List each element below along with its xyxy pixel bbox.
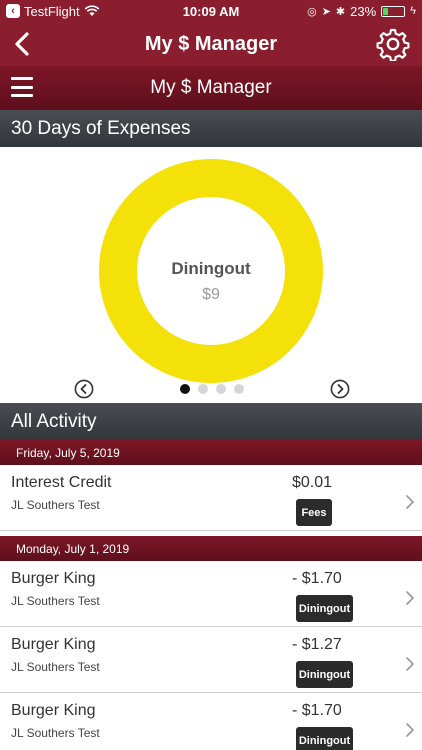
transaction-account: JL Southers Test	[11, 726, 100, 740]
transaction-amount: - $1.27	[292, 636, 342, 653]
category-badge: Diningout	[296, 661, 353, 688]
page-dot[interactable]	[180, 384, 190, 394]
battery-percent: 23%	[350, 3, 377, 19]
category-badge: Diningout	[296, 727, 353, 750]
transaction-amount: $0.01	[292, 474, 333, 491]
hamburger-icon[interactable]	[11, 77, 33, 97]
status-bar: ‹ TestFlight 10:09 AM ◎ ➤ ✱ 23% ϟ	[0, 0, 422, 22]
chevron-right-icon	[406, 723, 414, 737]
charging-icon: ϟ	[410, 5, 416, 17]
carrier-label: TestFlight	[24, 3, 80, 19]
page-indicator[interactable]	[180, 384, 244, 394]
activity-section-header: All Activity	[0, 403, 422, 440]
chevron-right-icon	[406, 495, 414, 509]
location-icon: ➤	[321, 5, 331, 18]
transaction-row[interactable]: Interest Credit JL Southers Test $0.01 F…	[0, 465, 422, 531]
gear-icon[interactable]	[376, 27, 410, 61]
page-dot[interactable]	[198, 384, 208, 394]
transaction-account: JL Southers Test	[11, 660, 100, 674]
date-header: Monday, July 1, 2019	[0, 536, 422, 561]
date-header: Friday, July 5, 2019	[0, 440, 422, 465]
status-left: ‹ TestFlight	[6, 4, 100, 19]
sub-header-title: My $ Manager	[150, 77, 272, 98]
page-dot[interactable]	[216, 384, 226, 394]
transaction-row[interactable]: Burger King JL Southers Test - $1.70 Din…	[0, 561, 422, 627]
back-to-app-icon[interactable]: ‹	[6, 4, 20, 18]
sub-header: My $ Manager	[0, 66, 422, 110]
category-badge: Diningout	[296, 595, 353, 622]
transaction-account: JL Southers Test	[11, 498, 100, 512]
transaction-title: Burger King	[11, 702, 96, 719]
transaction-row[interactable]: Burger King JL Southers Test - $1.70 Din…	[0, 693, 422, 750]
chevron-right-icon	[406, 657, 414, 671]
rotation-lock-icon: ◎	[307, 5, 317, 18]
nav-bar: My $ Manager	[0, 22, 422, 66]
transaction-amount: - $1.70	[292, 702, 342, 719]
page-dot[interactable]	[234, 384, 244, 394]
donut-center-value: $9	[202, 286, 220, 303]
circle-chevron-left-icon[interactable]	[74, 379, 94, 399]
expenses-section-header: 30 Days of Expenses	[0, 110, 422, 147]
back-icon[interactable]	[10, 30, 36, 58]
expenses-chart: Diningout $9	[0, 147, 422, 403]
status-right: ◎ ➤ ✱ 23% ϟ	[307, 4, 416, 19]
transaction-title: Interest Credit	[11, 474, 112, 491]
circle-chevron-right-icon[interactable]	[330, 379, 350, 399]
transaction-row[interactable]: Burger King JL Southers Test - $1.27 Din…	[0, 627, 422, 693]
transaction-account: JL Southers Test	[11, 594, 100, 608]
transaction-title: Burger King	[11, 570, 96, 587]
donut-center-category: Diningout	[171, 259, 251, 278]
battery-icon	[381, 5, 406, 17]
bluetooth-icon: ✱	[335, 5, 346, 18]
battery-level	[383, 7, 388, 15]
transaction-title: Burger King	[11, 636, 96, 653]
chevron-right-icon	[406, 591, 414, 605]
page-title: My $ Manager	[144, 32, 278, 55]
wifi-icon	[84, 5, 100, 16]
category-badge: Fees	[296, 499, 332, 526]
transaction-amount: - $1.70	[292, 570, 342, 587]
